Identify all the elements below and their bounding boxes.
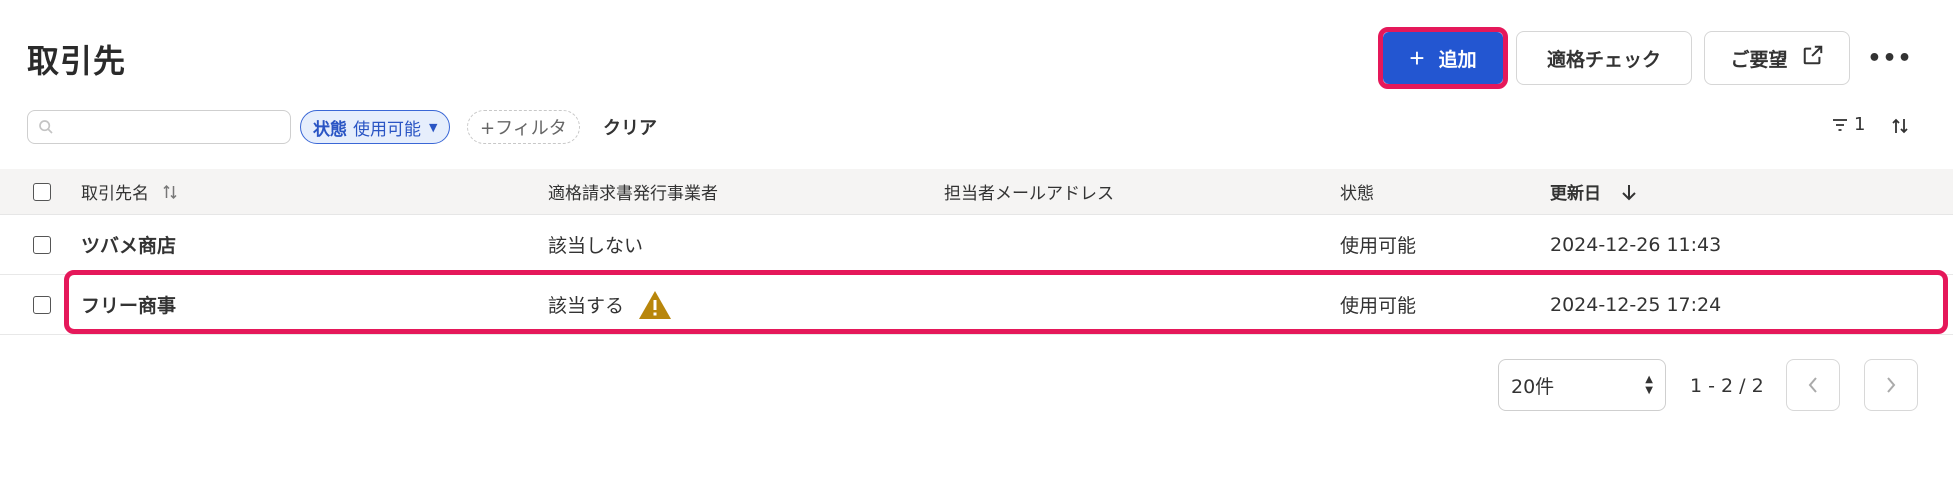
caret-down-icon: ▼ bbox=[429, 120, 438, 134]
sort-icon bbox=[163, 184, 177, 200]
feedback-request-label: ご要望 bbox=[1730, 49, 1788, 71]
filter-count: 1 bbox=[1854, 114, 1866, 135]
clear-filters-button[interactable]: クリア bbox=[603, 114, 657, 140]
column-header-updated[interactable]: 更新日 bbox=[1550, 169, 1637, 214]
pagination-range: 1 - 2 / 2 bbox=[1690, 375, 1764, 397]
next-page-button[interactable] bbox=[1864, 359, 1918, 411]
sort-toggle-button[interactable] bbox=[1888, 113, 1912, 139]
plus-icon: + bbox=[1409, 43, 1425, 73]
search-icon bbox=[39, 120, 53, 134]
status-filter-value: 使用可能 bbox=[353, 119, 421, 140]
external-link-icon bbox=[1802, 44, 1824, 72]
eligibility-check-label: 適格チェック bbox=[1546, 49, 1661, 71]
select-all-checkbox[interactable] bbox=[33, 182, 51, 201]
add-button-label: 追加 bbox=[1438, 49, 1477, 71]
warning-icon[interactable] bbox=[638, 290, 672, 320]
table-row[interactable]: ツバメ商店 該当しない 使用可能 2024-12-26 11:43 bbox=[0, 215, 1953, 275]
row-invoice: 該当しない bbox=[548, 235, 644, 257]
row-name[interactable]: ツバメ商店 bbox=[81, 231, 176, 258]
search-input[interactable] bbox=[62, 114, 284, 140]
filter-lines-icon bbox=[1833, 118, 1847, 131]
per-page-value: 20件 bbox=[1511, 375, 1555, 398]
column-header-name[interactable]: 取引先名 bbox=[81, 169, 177, 214]
row-invoice: 該当する bbox=[548, 295, 625, 317]
per-page-select[interactable]: 20件 ▲ ▼ bbox=[1498, 359, 1666, 411]
column-header-email[interactable]: 担当者メールアドレス bbox=[944, 169, 1114, 214]
search-box[interactable] bbox=[27, 110, 291, 144]
table-header: 取引先名 適格請求書発行事業者 担当者メールアドレス 状態 更新日 bbox=[0, 169, 1953, 215]
page-title: 取引先 bbox=[27, 42, 127, 80]
more-options-icon[interactable]: ••• bbox=[1867, 40, 1911, 76]
row-checkbox[interactable] bbox=[33, 235, 51, 254]
select-arrows-icon: ▲ ▼ bbox=[1645, 374, 1653, 396]
column-header-invoice[interactable]: 適格請求書発行事業者 bbox=[548, 169, 718, 214]
prev-page-button[interactable] bbox=[1786, 359, 1840, 411]
row-status: 使用可能 bbox=[1340, 295, 1417, 317]
chevron-right-icon bbox=[1887, 377, 1896, 393]
feedback-request-button[interactable]: ご要望 bbox=[1704, 31, 1850, 85]
arrow-down-icon bbox=[1621, 183, 1637, 201]
add-button[interactable]: + 追加 bbox=[1383, 32, 1503, 84]
row-checkbox[interactable] bbox=[33, 295, 51, 314]
eligibility-check-button[interactable]: 適格チェック bbox=[1516, 31, 1692, 85]
column-header-status[interactable]: 状態 bbox=[1340, 169, 1374, 214]
row-updated: 2024-12-25 17:24 bbox=[1550, 293, 1722, 316]
chevron-left-icon bbox=[1808, 377, 1817, 393]
status-filter-key: 状態 bbox=[313, 119, 347, 140]
table-row[interactable]: フリー商事 該当する 使用可能 2024-12-25 17:24 bbox=[0, 275, 1953, 335]
filter-count-button[interactable]: 1 bbox=[1832, 114, 1865, 135]
row-name[interactable]: フリー商事 bbox=[81, 291, 176, 318]
add-filter-chip[interactable]: +フィルタ bbox=[467, 110, 580, 144]
row-status: 使用可能 bbox=[1340, 235, 1417, 257]
row-updated: 2024-12-26 11:43 bbox=[1550, 233, 1722, 256]
sort-arrows-icon bbox=[1892, 118, 1908, 134]
status-filter-chip[interactable]: 状態 使用可能 ▼ bbox=[300, 110, 451, 144]
